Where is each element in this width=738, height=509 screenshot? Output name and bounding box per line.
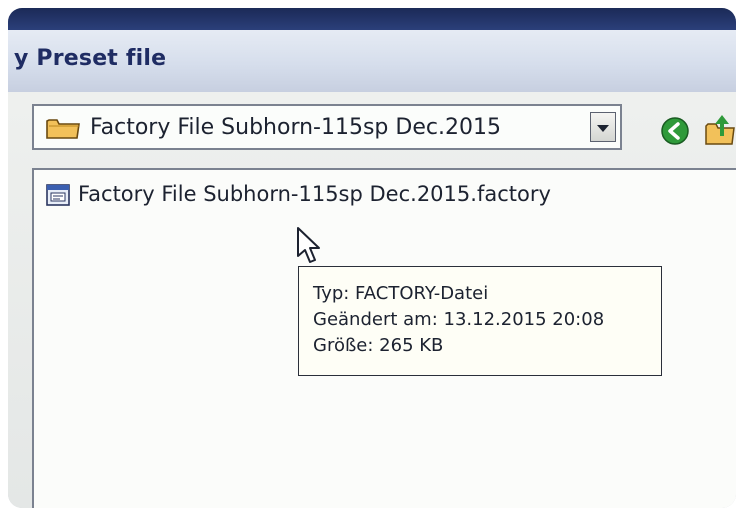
back-arrow-icon[interactable] [660,116,690,146]
mouse-cursor-icon [297,227,320,263]
chevron-down-icon [597,125,609,132]
look-in-value: Factory File Subhorn-115sp Dec.2015 [90,115,501,140]
list-item[interactable]: Factory File Subhorn-115sp Dec.2015.fact… [46,182,646,210]
file-list[interactable]: Factory File Subhorn-115sp Dec.2015.fact… [32,168,736,508]
up-folder-icon[interactable] [704,112,736,146]
tooltip-modified: Geändert am: 13.12.2015 20:08 [313,309,605,330]
factory-file-icon [46,184,70,206]
combobox-dropdown-button[interactable] [590,112,616,142]
look-in-combobox[interactable]: Factory File Subhorn-115sp Dec.2015 [32,104,622,150]
window-top-band [8,8,736,30]
photo-frame: y Preset file Factory File Subhorn-115sp… [8,8,736,508]
file-info-tooltip: Typ: FACTORY-Datei Geändert am: 13.12.20… [298,266,662,376]
folder-icon [46,119,80,139]
file-name: Factory File Subhorn-115sp Dec.2015.fact… [78,182,551,206]
tooltip-size: Größe: 265 KB [313,335,444,356]
dialog-title: y Preset file [14,46,167,71]
tooltip-type: Typ: FACTORY-Datei [313,283,489,304]
